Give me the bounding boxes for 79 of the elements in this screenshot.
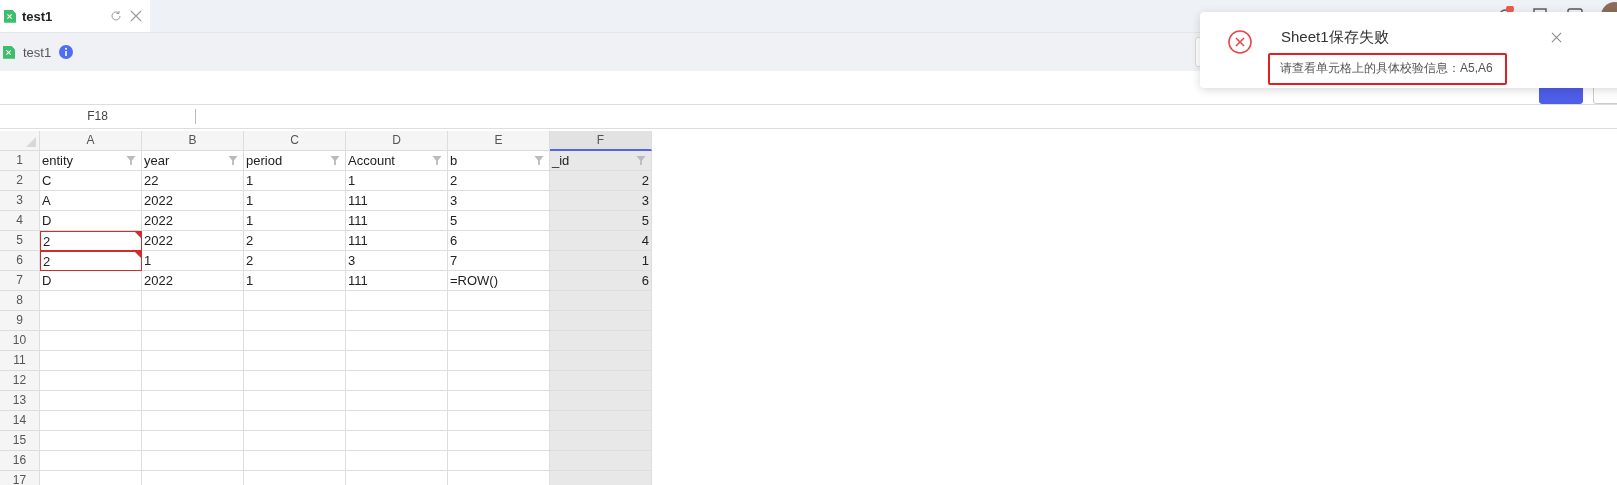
table-cell: 1 — [244, 271, 346, 291]
column-header[interactable]: C — [244, 131, 346, 151]
table-cell: 3 — [346, 251, 448, 271]
table-cell-text: _id — [552, 152, 570, 170]
row-header[interactable]: 3 — [0, 191, 40, 211]
select-all-icon[interactable] — [26, 137, 36, 147]
table-cell-text: period — [246, 152, 283, 170]
table-cell: 5 — [550, 211, 652, 231]
row-header[interactable]: 16 — [0, 451, 40, 471]
table-cell: 2022 — [142, 271, 244, 291]
close-icon[interactable] — [130, 10, 142, 22]
row-header[interactable]: 15 — [0, 431, 40, 451]
document-tab[interactable]: test1 — [0, 0, 150, 32]
filter-icon[interactable] — [432, 156, 442, 165]
invalid-cell: 2 — [40, 251, 142, 271]
table-cell: 2 — [244, 231, 346, 251]
filter-icon[interactable] — [126, 156, 136, 165]
table-cell: 1 — [346, 171, 448, 191]
table-cell: 1 — [244, 211, 346, 231]
toast-title: Sheet1保存失败 — [1280, 28, 1390, 47]
refresh-icon[interactable] — [110, 10, 122, 22]
filter-icon[interactable] — [636, 156, 646, 165]
table-cell: 111 — [346, 271, 448, 291]
column-header[interactable]: D — [346, 131, 448, 151]
table-cell: 22 — [142, 171, 244, 191]
column-header[interactable]: A — [40, 131, 142, 151]
table-cell: D — [40, 271, 142, 291]
table-cell: 1 — [244, 171, 346, 191]
column-header[interactable]: E — [448, 131, 550, 151]
filter-icon[interactable] — [330, 156, 340, 165]
row-header[interactable]: 10 — [0, 331, 40, 351]
table-cell: 2 — [244, 251, 346, 271]
table-cell: 1 — [244, 191, 346, 211]
table-cell: 2022 — [142, 191, 244, 211]
table-cell: 3 — [550, 191, 652, 211]
spreadsheet-icon — [3, 45, 15, 59]
spreadsheet-icon — [4, 9, 16, 23]
row-header[interactable]: 4 — [0, 211, 40, 231]
table-cell: C — [40, 171, 142, 191]
table-cell: 111 — [346, 211, 448, 231]
info-icon[interactable] — [59, 45, 74, 59]
column-header[interactable]: B — [142, 131, 244, 151]
tab-title: test1 — [22, 8, 54, 24]
row-header[interactable]: 7 — [0, 271, 40, 291]
row-header[interactable]: 2 — [0, 171, 40, 191]
filter-icon[interactable] — [534, 156, 544, 165]
row-header[interactable]: 5 — [0, 231, 40, 251]
table-cell: 6 — [550, 271, 652, 291]
table-cell-text: b — [450, 152, 458, 170]
filter-icon[interactable] — [228, 156, 238, 165]
name-box[interactable]: F18 — [0, 109, 196, 124]
row-header[interactable]: 12 — [0, 371, 40, 391]
row-header[interactable]: 6 — [0, 251, 40, 271]
row-header[interactable]: 13 — [0, 391, 40, 411]
row-header[interactable]: 1 — [0, 151, 40, 171]
close-icon[interactable] — [1551, 32, 1562, 43]
table-cell: 2 — [550, 171, 652, 191]
table-cell: 2022 — [142, 231, 244, 251]
table-cell: 1 — [142, 251, 244, 271]
table-cell: 111 — [346, 191, 448, 211]
table-cell: D — [40, 211, 142, 231]
table-cell: A — [40, 191, 142, 211]
row-header[interactable]: 8 — [0, 291, 40, 311]
row-header[interactable]: 17 — [0, 471, 40, 485]
invalid-cell: 2 — [40, 231, 142, 251]
error-icon — [1228, 30, 1252, 54]
table-cell-text: Account — [348, 152, 395, 170]
row-header[interactable]: 9 — [0, 311, 40, 331]
column-header[interactable]: F — [550, 131, 652, 151]
table-cell: 1 — [550, 251, 652, 271]
table-cell-text: entity — [42, 152, 74, 170]
toast-message: 请查看单元格上的具体校验信息：A5,A6 — [1268, 53, 1507, 85]
table-cell: 4 — [550, 231, 652, 251]
document-title: test1 — [23, 44, 52, 60]
row-header[interactable]: 11 — [0, 351, 40, 371]
row-header[interactable]: 14 — [0, 411, 40, 431]
table-cell: 2022 — [142, 211, 244, 231]
table-cell-text: year — [144, 152, 170, 170]
table-cell: 111 — [346, 231, 448, 251]
